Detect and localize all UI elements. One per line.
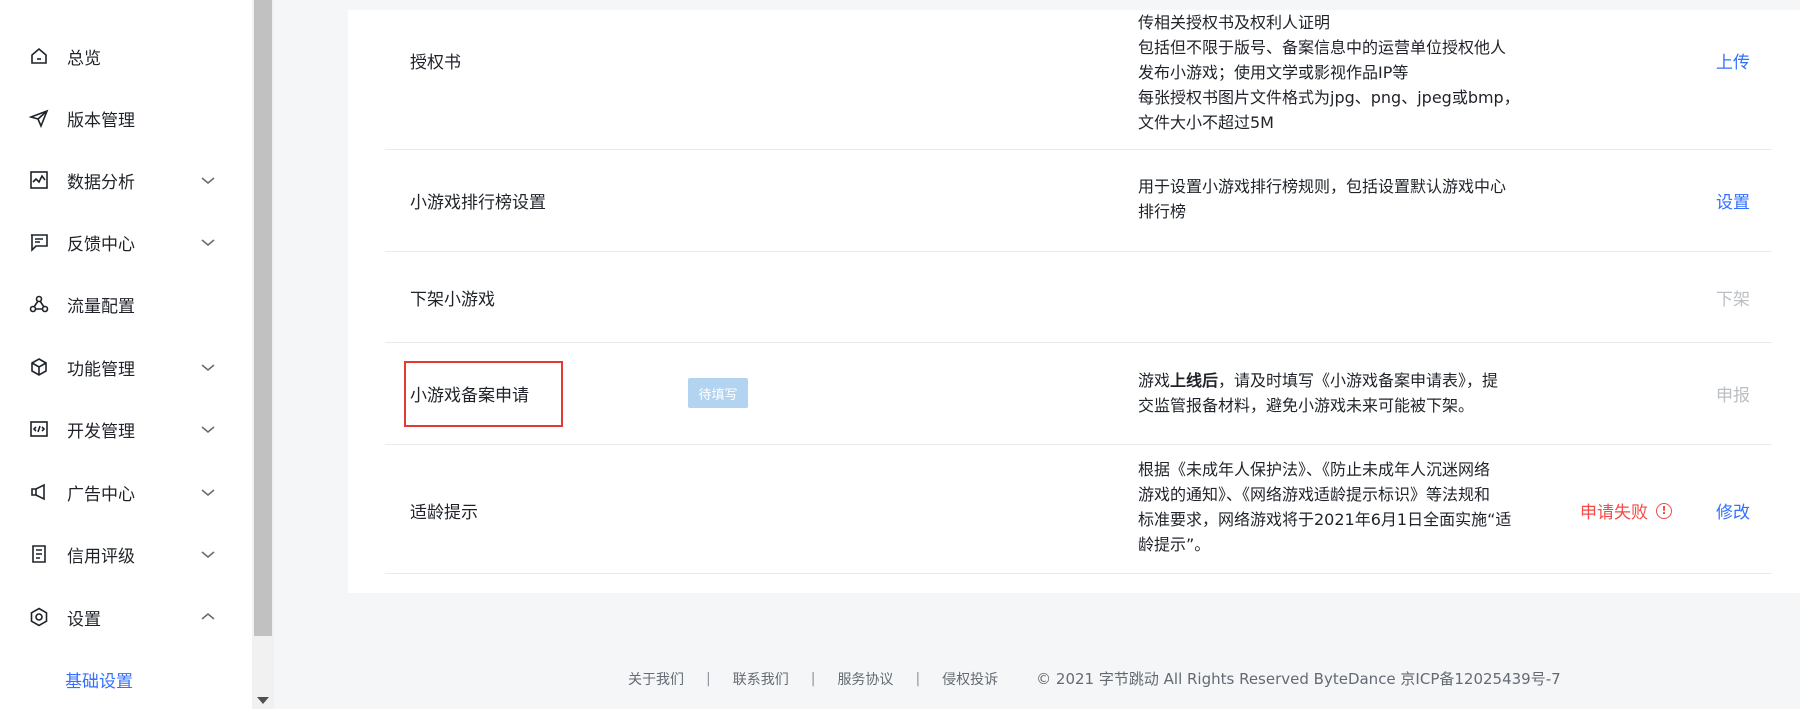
modify-button[interactable]: 修改 [1716,498,1750,523]
sidebar-item-label: 总览 [67,48,101,69]
apply-button: 申报 [1716,386,1750,406]
row-title: 授权书 [410,53,461,73]
desc-line: 游戏的通知》、《网络游戏适龄提示标识》等法规和 [1138,485,1491,504]
upload-button[interactable]: 上传 [1716,48,1750,73]
footer-separator: | [915,670,921,687]
highlight-box [404,361,563,427]
settings-row-takedown: 下架小游戏 下架 [385,252,1772,343]
sidebar-item-feedback[interactable]: 反馈中心 [0,211,252,273]
chart-icon [28,169,50,191]
row-description: 传相关授权书及权利人证明 包括但不限于版号、备案信息中的运营单位授权他人 发布小… [1138,10,1538,135]
megaphone-icon [28,481,50,503]
sidebar-item-credit[interactable]: 信用评级 [0,523,252,585]
settings-icon [28,606,50,628]
sidebar-item-label: 流量配置 [67,296,135,317]
row-description: 用于设置小游戏排行榜规则，包括设置默认游戏中心 排行榜 [1138,174,1538,224]
sidebar-item-features[interactable]: 功能管理 [0,336,252,398]
configure-button[interactable]: 设置 [1716,188,1750,213]
desc-line: 每张授权书图片文件格式为jpg、png、jpeg或bmp， [1138,88,1520,107]
cube-icon [28,356,50,378]
desc-line: 龄提示”。 [1138,535,1211,554]
chevron-down-icon [200,234,216,250]
desc-line: 交监管报备材料，避免小游戏未来可能被下架。 [1138,396,1475,415]
sidebar-item-label: 版本管理 [67,110,135,131]
sidebar-item-label: 数据分析 [67,172,135,193]
sidebar-item-development[interactable]: 开发管理 [0,398,252,460]
chevron-down-icon [200,421,216,437]
scrollbar-thumb[interactable] [254,0,272,636]
sidebar-item-ads[interactable]: 广告中心 [0,461,252,523]
sidebar-item-label: 反馈中心 [67,234,135,255]
desc-line: 根据《未成年人保护法》、《防止未成年人沉迷网络 [1138,460,1491,479]
settings-row-age-rating: 适龄提示 根据《未成年人保护法》、《防止未成年人沉迷网络 游戏的通知》、《网络游… [385,445,1772,574]
status-badge: 待填写 [688,378,748,408]
status-text: 申请失败 [1580,503,1648,523]
sidebar-item-version[interactable]: 版本管理 [0,87,252,149]
sidebar-item-traffic[interactable]: 流量配置 [0,273,252,335]
sidebar-item-overview[interactable]: 总览 [0,25,252,87]
sidebar-item-label: 功能管理 [67,359,135,380]
chevron-down-icon [200,484,216,500]
settings-row-leaderboard: 小游戏排行榜设置 用于设置小游戏排行榜规则，包括设置默认游戏中心 排行榜 设置 [385,150,1772,252]
code-icon [28,418,50,440]
desc-line: 文件大小不超过5M [1138,113,1274,132]
footer-link-contact[interactable]: 联系我们 [733,669,789,689]
footer-link-infringement[interactable]: 侵权投诉 [942,669,998,689]
home-icon [28,45,50,67]
chevron-down-icon [200,546,216,562]
sidebar-item-analytics[interactable]: 数据分析 [0,149,252,211]
message-icon [28,231,50,253]
desc-line: 游戏上线后，请及时填写《小游戏备案申请表》，提 [1138,371,1499,390]
footer-separator: | [706,670,711,687]
desc-line: 用于设置小游戏排行榜规则，包括设置默认游戏中心 [1138,177,1507,196]
desc-line: 传相关授权书及权利人证明 [1138,13,1331,32]
sidebar-item-label: 开发管理 [67,421,135,442]
footer: 关于我们 | 联系我们 | 服务协议 | 侵权投诉 © 2021 字节跳动 Al… [628,668,1561,689]
sidebar: 总览 版本管理 数据分析 反馈中心 流量配置 功能管理 开发管理 广告中心 信用… [0,0,252,709]
row-description: 根据《未成年人保护法》、《防止未成年人沉迷网络 游戏的通知》、《网络游戏适龄提示… [1138,457,1538,557]
chevron-down-icon [200,172,216,188]
desc-line: 标准要求，网络游戏将于2021年6月1日全面实施“适 [1138,510,1512,529]
chevron-up-icon [200,609,216,625]
sidebar-item-label: 广告中心 [67,484,135,505]
takedown-button: 下架 [1716,290,1750,310]
row-title: 小游戏排行榜设置 [410,193,546,213]
footer-separator: | [810,670,816,687]
row-description: 游戏上线后，请及时填写《小游戏备案申请表》，提 交监管报备材料，避免小游戏未来可… [1138,368,1538,418]
desc-line: 排行榜 [1138,202,1187,221]
desc-line: 包括但不限于版号、备案信息中的运营单位授权他人 [1138,38,1507,57]
application-failed-status[interactable]: 申请失败 ! [1580,498,1672,523]
send-icon [28,107,50,129]
row-title: 适龄提示 [410,503,478,523]
row-title: 下架小游戏 [410,290,495,310]
scroll-down-arrow-icon[interactable] [257,697,269,704]
settings-row-filing: 小游戏备案申请 待填写 游戏上线后，请及时填写《小游戏备案申请表》，提 交监管报… [385,343,1772,445]
sidebar-item-label: 信用评级 [67,546,135,567]
footer-link-terms[interactable]: 服务协议 [837,669,893,689]
settings-row-authorization: 授权书 传相关授权书及权利人证明 包括但不限于版号、备案信息中的运营单位授权他人… [385,0,1772,150]
footer-copyright: © 2021 字节跳动 All Rights Reserved ByteDanc… [1036,670,1561,688]
sidebar-item-label: 设置 [67,609,101,630]
info-icon[interactable]: ! [1656,502,1672,519]
sidebar-subitem-basic-settings[interactable]: 基础设置 [65,667,133,692]
sidebar-scrollbar[interactable] [252,0,274,709]
document-icon [28,543,50,565]
desc-line: 发布小游戏；使用文学或影视作品IP等 [1138,63,1409,82]
chevron-down-icon [200,359,216,375]
sidebar-item-settings[interactable]: 设置 [0,586,252,648]
flow-icon [28,293,50,315]
footer-link-about[interactable]: 关于我们 [628,669,684,689]
